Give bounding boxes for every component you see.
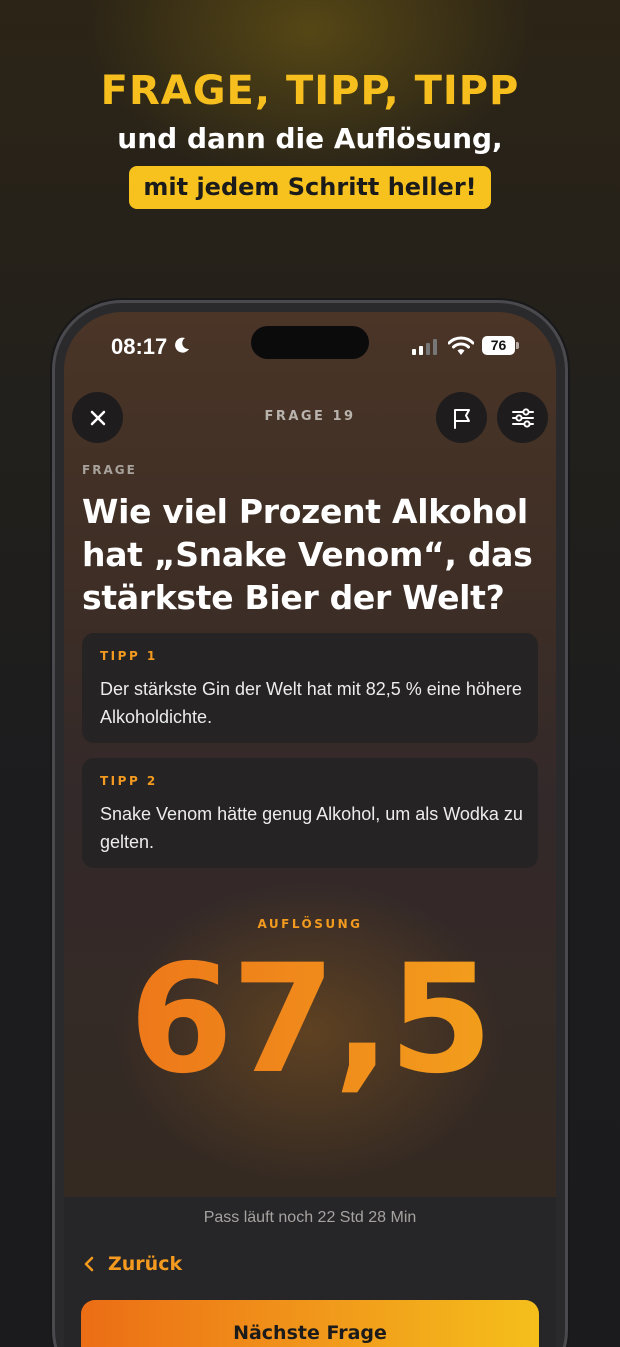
dynamic-island: [251, 326, 369, 359]
signal-icon: [412, 339, 437, 355]
battery-tip: [516, 342, 519, 349]
tip-text: Der stärkste Gin der Welt hat mit 82,5 %…: [100, 679, 522, 727]
question-label: FRAGE: [82, 463, 137, 477]
battery-icon: 76: [482, 336, 515, 355]
tip-card: TIPP 1 Der stärkste Gin der Welt hat mit…: [82, 633, 538, 743]
tip-text: Snake Venom hätte genug Alkohol, um als …: [100, 804, 523, 852]
answer-value: 67,5: [64, 930, 556, 1110]
status-time: 08:17: [111, 334, 168, 359]
wifi-icon: [448, 336, 474, 355]
promo-title: FRAGE, TIPP, TIPP: [100, 68, 520, 114]
back-button[interactable]: Zurück: [84, 1253, 182, 1275]
report-button[interactable]: [436, 392, 487, 443]
answer-label: AUFLÖSUNG: [257, 917, 363, 931]
tip-label: TIPP 2: [100, 774, 158, 788]
back-label: Zurück: [108, 1253, 183, 1275]
settings-button[interactable]: [497, 392, 548, 443]
moon-icon: [175, 337, 189, 353]
promo-subtitle: und dann die Auflösung,: [117, 122, 503, 155]
sliders-icon: [511, 407, 534, 428]
chevron-left-icon: [84, 1256, 94, 1272]
pass-remaining-text: Pass läuft noch 22 Std 28 Min: [203, 1209, 417, 1226]
question-text: Wie viel Prozent Alkohol hat „Snake Veno…: [82, 492, 533, 617]
promo-highlight: mit jedem Schritt heller!: [129, 166, 491, 209]
tip-card: TIPP 2 Snake Venom hätte genug Alkohol, …: [82, 758, 538, 868]
tip-label: TIPP 1: [100, 649, 158, 663]
next-question-button[interactable]: Nächste Frage: [81, 1300, 539, 1347]
flag-icon: [453, 408, 470, 429]
phone-screen: 08:17 76 FRAGE 19 FRAGE Wie viel Prozent…: [64, 312, 556, 1347]
